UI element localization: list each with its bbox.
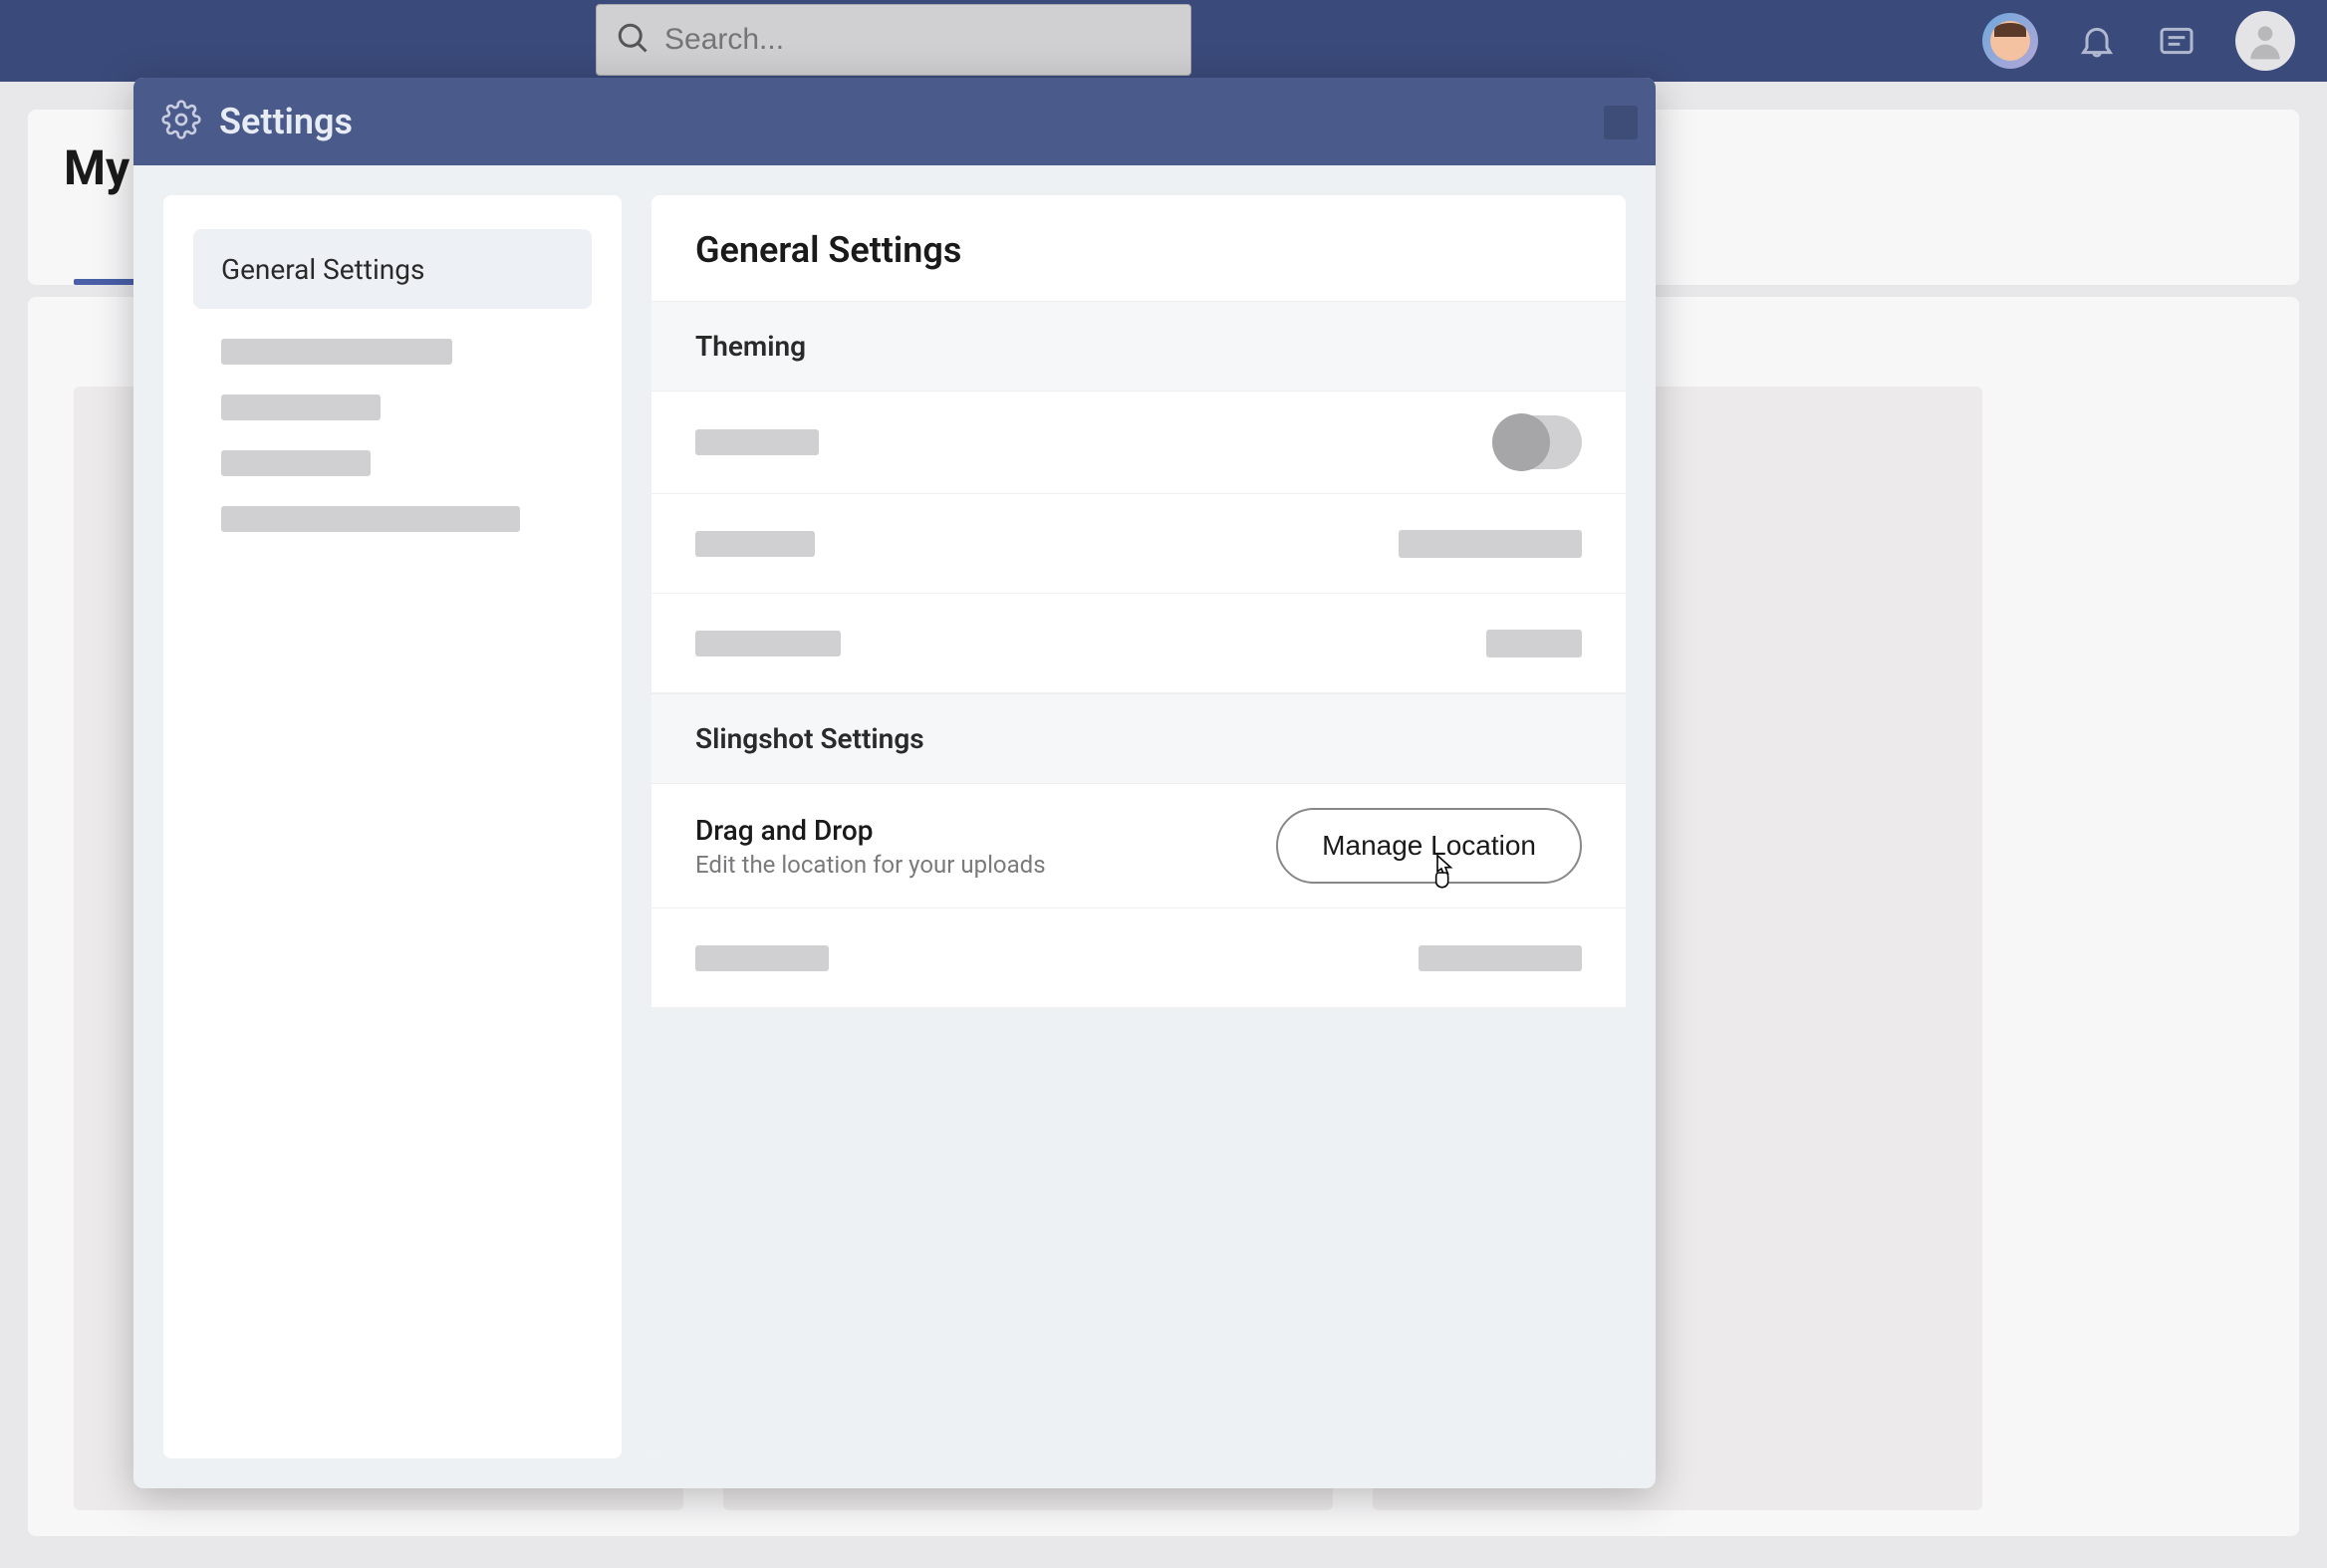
messages-icon[interactable] (2156, 20, 2198, 62)
row-label-skeleton (695, 531, 815, 557)
drag-drop-sublabel: Edit the location for your uploads (695, 851, 1046, 879)
top-navbar (0, 0, 2327, 82)
user-avatar[interactable] (2235, 11, 2295, 71)
sidebar-item-label: General Settings (221, 253, 424, 286)
manage-location-button[interactable]: Manage Location (1276, 808, 1582, 884)
search-icon (615, 20, 650, 60)
global-search[interactable] (596, 4, 1191, 76)
theming-row (651, 494, 1626, 594)
sidebar-item-skeleton (221, 506, 520, 532)
row-label-skeleton (695, 429, 819, 455)
theming-row-toggle (651, 392, 1626, 494)
panel-title: General Settings (651, 195, 1626, 301)
row-value-skeleton (1486, 630, 1582, 657)
theming-row (651, 594, 1626, 693)
section-header-theming: Theming (651, 301, 1626, 392)
modal-header: Settings (133, 78, 1656, 165)
notifications-icon[interactable] (2076, 20, 2118, 62)
toggle-knob (1492, 413, 1550, 471)
settings-modal: Settings General Settings General Settin… (133, 78, 1656, 1488)
gear-icon (161, 100, 219, 143)
sidebar-item-skeleton (221, 450, 371, 476)
drag-and-drop-row: Drag and Drop Edit the location for your… (651, 784, 1626, 909)
modal-close-button[interactable] (1604, 106, 1638, 139)
theme-toggle[interactable] (1494, 415, 1582, 469)
row-label-skeleton (695, 631, 841, 656)
row-value-skeleton (1419, 945, 1582, 971)
section-header-slingshot: Slingshot Settings (651, 693, 1626, 784)
settings-sidebar: General Settings (163, 195, 622, 1458)
search-input[interactable] (650, 23, 1172, 57)
sidebar-item-general-settings[interactable]: General Settings (193, 229, 592, 309)
drag-drop-label: Drag and Drop (695, 814, 1046, 847)
sidebar-item-skeleton (221, 394, 381, 420)
settings-main-panel: General Settings Theming Slingshot Setti… (651, 195, 1626, 1458)
slingshot-row (651, 909, 1626, 1008)
row-value-skeleton (1399, 530, 1582, 558)
modal-title: Settings (219, 101, 353, 142)
sidebar-item-skeleton (221, 339, 452, 365)
row-label-skeleton (695, 945, 829, 971)
assistant-avatar[interactable] (1982, 13, 2038, 69)
